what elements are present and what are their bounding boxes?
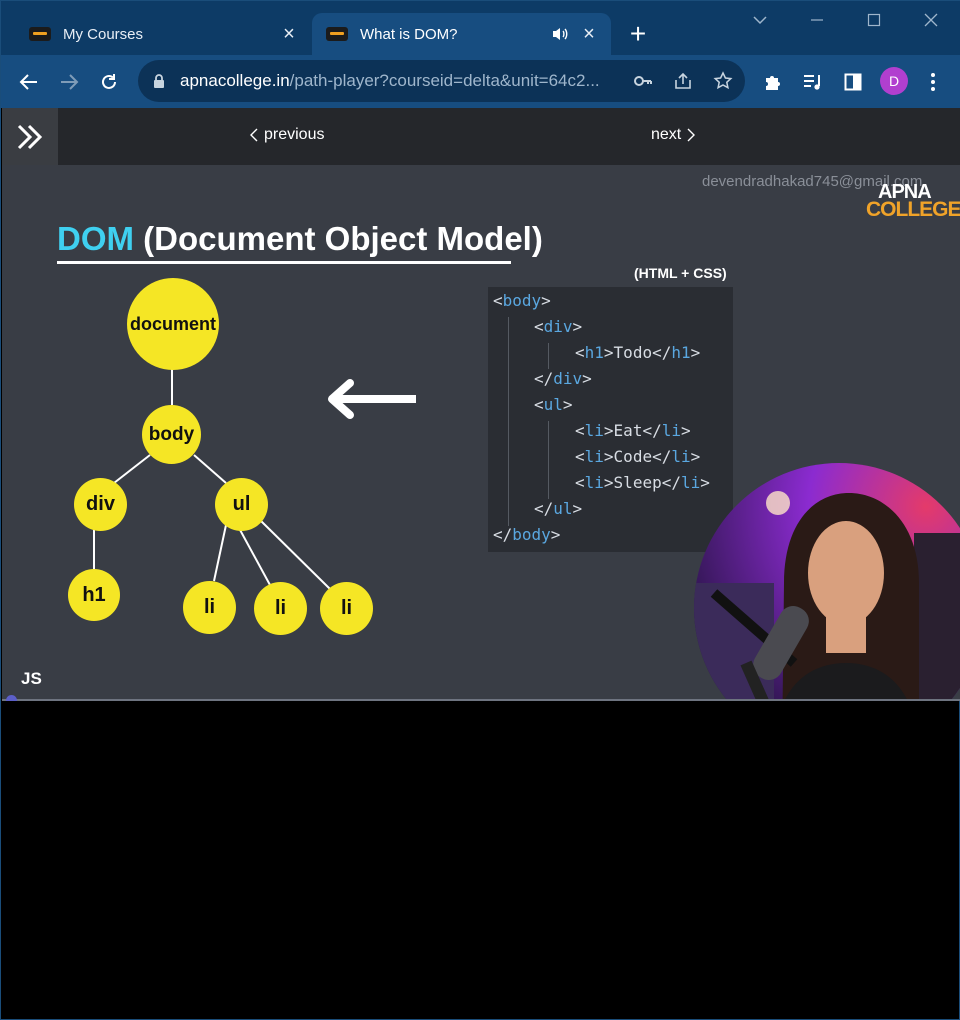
lock-icon[interactable]: [153, 73, 165, 94]
previous-label: previous: [264, 126, 325, 143]
bookmark-star-icon[interactable]: [713, 71, 733, 96]
tree-node-li: li: [320, 582, 373, 635]
code-line: </div>: [534, 369, 592, 388]
previous-button[interactable]: previous: [250, 126, 324, 144]
indent-guide: [508, 317, 509, 526]
media-queue-icon[interactable]: [798, 67, 828, 97]
video-player[interactable]: devendradhakad745@gmail.com APNA COLLEGE…: [2, 165, 960, 701]
brand-logo-bottom: COLLEGE: [866, 198, 960, 221]
indent-guide: [548, 343, 549, 369]
code-line: <h1>Todo</h1>: [575, 343, 701, 362]
code-line: <ul>: [534, 395, 573, 414]
course-player-nav: previous next: [2, 108, 960, 165]
close-icon[interactable]: ×: [579, 24, 599, 44]
minimize-icon[interactable]: [803, 9, 831, 31]
share-icon[interactable]: [673, 71, 693, 96]
code-line: <div>: [534, 317, 583, 336]
video-progress-bar[interactable]: [2, 699, 960, 701]
double-chevron-right-icon: [17, 124, 43, 149]
speaker-icon[interactable]: [549, 24, 571, 44]
code-line: <body>: [493, 291, 551, 310]
apna-college-favicon-icon: [29, 27, 51, 41]
tree-node-li: li: [254, 582, 307, 635]
tree-node-body: body: [142, 405, 201, 464]
code-line: <li>Eat</li>: [575, 421, 691, 440]
next-button[interactable]: next: [651, 126, 696, 144]
sidebar-toggle-button[interactable]: [2, 108, 58, 165]
tree-node-h1: h1: [68, 569, 120, 621]
code-line: <li>Code</li>: [575, 447, 701, 466]
key-icon[interactable]: [633, 72, 653, 95]
window-close-icon[interactable]: [917, 9, 945, 31]
browser-toolbar: apnacollege.in/path-player?courseid=delt…: [1, 55, 960, 108]
maximize-icon[interactable]: [860, 9, 888, 31]
side-panel-icon[interactable]: [838, 67, 868, 97]
close-icon[interactable]: ×: [279, 24, 299, 44]
tree-node-li: li: [183, 581, 236, 634]
tab-strip: My Courses × What is DOM? × +: [1, 1, 960, 55]
tab-title: What is DOM?: [360, 25, 458, 43]
address-bar[interactable]: apnacollege.in/path-player?courseid=delt…: [138, 60, 745, 102]
back-arrow-icon[interactable]: [14, 67, 44, 97]
tab-my-courses[interactable]: My Courses ×: [15, 13, 311, 55]
new-tab-plus-icon[interactable]: +: [624, 20, 652, 48]
chapter-label: JS: [21, 669, 42, 688]
chevron-left-icon: [250, 128, 258, 142]
apna-college-favicon-icon: [326, 27, 348, 41]
indent-guide: [548, 421, 549, 499]
code-line: </ul>: [534, 499, 583, 518]
profile-avatar[interactable]: D: [880, 67, 908, 95]
tab-title: My Courses: [63, 25, 144, 43]
reload-icon[interactable]: [94, 67, 124, 97]
progress-scrubber-handle[interactable]: [6, 695, 17, 701]
tree-node-document: document: [127, 278, 219, 370]
extensions-puzzle-icon[interactable]: [758, 67, 788, 97]
chevron-right-icon: [687, 128, 696, 142]
code-caption: (HTML + CSS): [634, 265, 727, 281]
tab-what-is-dom[interactable]: What is DOM? ×: [312, 13, 611, 55]
tab-search-chevron-icon[interactable]: [746, 9, 774, 31]
presenter-webcam: [694, 463, 960, 701]
more-menu-icon[interactable]: [918, 67, 948, 97]
tree-node-ul: ul: [215, 478, 268, 531]
url-text[interactable]: apnacollege.in/path-player?courseid=delt…: [180, 60, 630, 102]
forward-arrow-icon[interactable]: [54, 67, 84, 97]
left-arrow-icon: [328, 379, 416, 419]
html-code-block: <body> <div> <h1>Todo</h1> </div> <ul> <li>Ea…: [488, 287, 733, 552]
tree-node-div: div: [74, 478, 127, 531]
code-line: <li>Sleep</li>: [575, 473, 710, 492]
browser-window: My Courses × What is DOM? × + apnacolleg…: [0, 0, 960, 1020]
next-label: next: [651, 126, 682, 143]
code-line: </body>: [493, 525, 561, 544]
